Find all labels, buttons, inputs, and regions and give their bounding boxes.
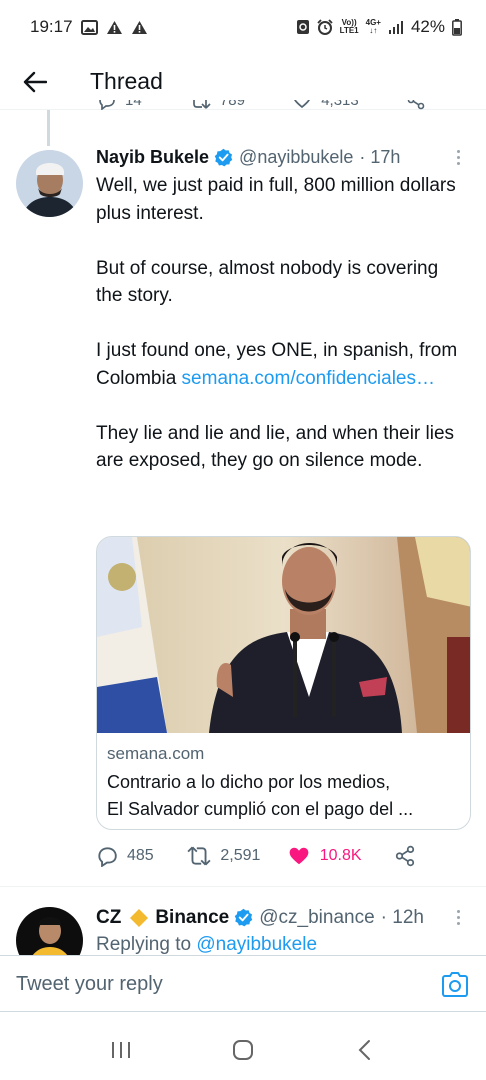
retweet-icon <box>187 846 211 866</box>
tweet-link[interactable]: semana.com/confidenciales… <box>182 368 435 389</box>
signal-icon <box>388 20 404 34</box>
replying-prefix: Replying to <box>96 934 192 955</box>
reply-bar-border <box>0 1011 486 1012</box>
card-domain: semana.com <box>107 744 205 763</box>
data-arrows-icon: ↓↑ <box>369 26 378 35</box>
prev-reply-button[interactable]: 14 <box>96 100 142 110</box>
card-title-line: Contrario a lo dicho por los medios, <box>107 772 391 792</box>
tweet-paragraph: But of course, almost nobody is covering… <box>96 257 439 307</box>
like-button[interactable]: 10.8K <box>287 845 394 867</box>
prev-reply-count: 14 <box>125 100 142 109</box>
alarm-icon <box>317 19 333 35</box>
heart-outline-icon <box>294 100 311 109</box>
author-handle[interactable]: @cz_binance <box>259 907 374 929</box>
share-icon <box>407 100 425 110</box>
dot <box>457 916 460 919</box>
reply-count: 485 <box>127 847 154 864</box>
verified-badge-icon <box>234 908 253 927</box>
more-options-button[interactable] <box>449 906 468 929</box>
card-title-line: El Salvador cumplió con el pago del ... <box>107 799 414 819</box>
status-time: 19:17 <box>30 17 73 36</box>
avatar-photo-icon <box>16 150 83 217</box>
thread-connector-line <box>47 110 50 146</box>
more-options-button[interactable] <box>449 146 468 169</box>
system-nav-bar <box>0 1020 486 1080</box>
gallery-icon <box>80 19 98 35</box>
dot <box>457 922 460 925</box>
volte-bottom-label: LTE1 <box>339 26 359 35</box>
reply-input[interactable]: Tweet your reply <box>16 973 440 996</box>
author-handle[interactable]: @nayibbukele <box>239 147 353 168</box>
avatar[interactable] <box>16 150 83 217</box>
heart-filled-icon <box>289 847 309 865</box>
recent-apps-button[interactable] <box>101 1030 141 1070</box>
share-icon <box>395 845 415 867</box>
replying-to-handle[interactable]: @nayibbukele <box>196 934 317 955</box>
back-arrow-icon <box>23 71 47 92</box>
tweet-time: · 17h <box>359 147 401 167</box>
verified-badge-icon <box>214 148 233 167</box>
replying-to: Replying to @nayibbukele <box>96 934 317 956</box>
dot <box>457 150 460 153</box>
prev-like-button[interactable]: 4,313 <box>292 100 359 110</box>
page-title: Thread <box>90 68 163 94</box>
news-photo-icon <box>97 537 470 733</box>
status-bar: 19:17 Vo)) LTE1 4G+ ↓↑ 42% <box>0 0 486 54</box>
nfc-icon <box>296 19 310 35</box>
tweet-divider <box>0 886 486 887</box>
card-info: semana.com Contrario a lo dicho por los … <box>97 733 470 823</box>
share-button[interactable] <box>394 845 416 867</box>
camera-icon <box>442 972 468 997</box>
reply-icon <box>98 847 117 867</box>
chevron-left-icon <box>358 1040 370 1060</box>
reply-bar: Tweet your reply <box>0 955 486 1012</box>
author-name[interactable]: Nayib Bukele <box>96 147 209 168</box>
reply-button[interactable]: 485 <box>96 845 187 867</box>
reply-icon <box>99 100 115 110</box>
tweet-body: Well, we just paid in full, 800 million … <box>96 172 468 475</box>
tweet-paragraph: They lie and lie and lie, and when their… <box>96 422 455 472</box>
back-button[interactable] <box>12 59 58 105</box>
tweet-header: CZ Binance @cz_binance · 12h <box>96 906 468 929</box>
author-name-part[interactable]: Binance <box>155 907 229 929</box>
prev-like-count: 4,313 <box>321 100 359 109</box>
home-icon <box>233 1040 253 1060</box>
prev-retweet-button[interactable]: 789 <box>189 100 245 110</box>
dot <box>457 910 460 913</box>
warning-icon <box>131 20 148 35</box>
tweet-header: Nayib Bukele @nayibbukele · 17h <box>96 146 468 169</box>
retweet-button[interactable]: 2,591 <box>187 845 286 867</box>
battery-percent: 42% <box>410 17 445 36</box>
tweet-actions: 485 2,591 10.8K <box>96 840 416 872</box>
previous-tweet-actions: 14 789 4,313 <box>96 100 426 120</box>
link-preview-card[interactable]: semana.com Contrario a lo dicho por los … <box>96 536 471 830</box>
system-back-button[interactable] <box>345 1030 385 1070</box>
tweet-paragraph: Well, we just paid in full, 800 million … <box>96 175 456 224</box>
battery-icon <box>452 18 462 36</box>
dot <box>457 156 460 159</box>
prev-share-button[interactable] <box>406 100 426 110</box>
like-count: 10.8K <box>319 847 362 864</box>
recent-apps-icon <box>112 1042 130 1058</box>
author-name-part[interactable]: CZ <box>96 907 121 929</box>
home-button[interactable] <box>223 1030 263 1070</box>
warning-icon <box>106 20 123 35</box>
tweet-time: · 12h <box>380 906 424 928</box>
camera-button[interactable] <box>440 969 470 999</box>
volte-icon: Vo)) LTE1 <box>340 19 359 35</box>
dot <box>457 162 460 165</box>
retweet-icon <box>193 100 211 109</box>
binance-diamond-icon <box>129 908 149 928</box>
prev-retweet-count: 789 <box>219 100 245 109</box>
retweet-count: 2,591 <box>220 847 261 864</box>
tweet-paragraph-with-link: I just found one, yes ONE, in spanish, f… <box>96 337 468 392</box>
card-image <box>97 537 470 733</box>
network-type-icon: 4G+ ↓↑ <box>366 19 381 35</box>
